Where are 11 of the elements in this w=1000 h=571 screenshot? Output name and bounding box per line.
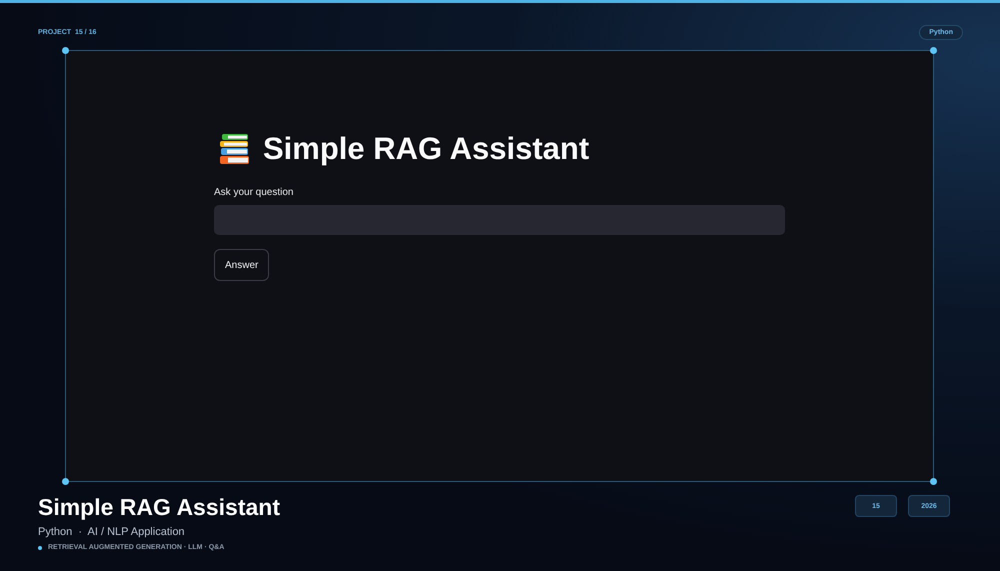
corner-handle [62, 478, 69, 485]
app-title: Simple RAG Assistant [263, 131, 590, 167]
answer-button[interactable]: Answer [214, 249, 270, 281]
corner-handle [930, 47, 937, 54]
question-field[interactable] [214, 205, 785, 235]
corner-handle [62, 47, 69, 54]
project-title: Simple RAG Assistant [38, 494, 280, 521]
bullet-icon [38, 546, 42, 550]
field-label: Ask your question [214, 187, 294, 198]
project-subtitle: Python · AI / NLP Application [38, 526, 186, 538]
corner-handle [930, 478, 937, 485]
